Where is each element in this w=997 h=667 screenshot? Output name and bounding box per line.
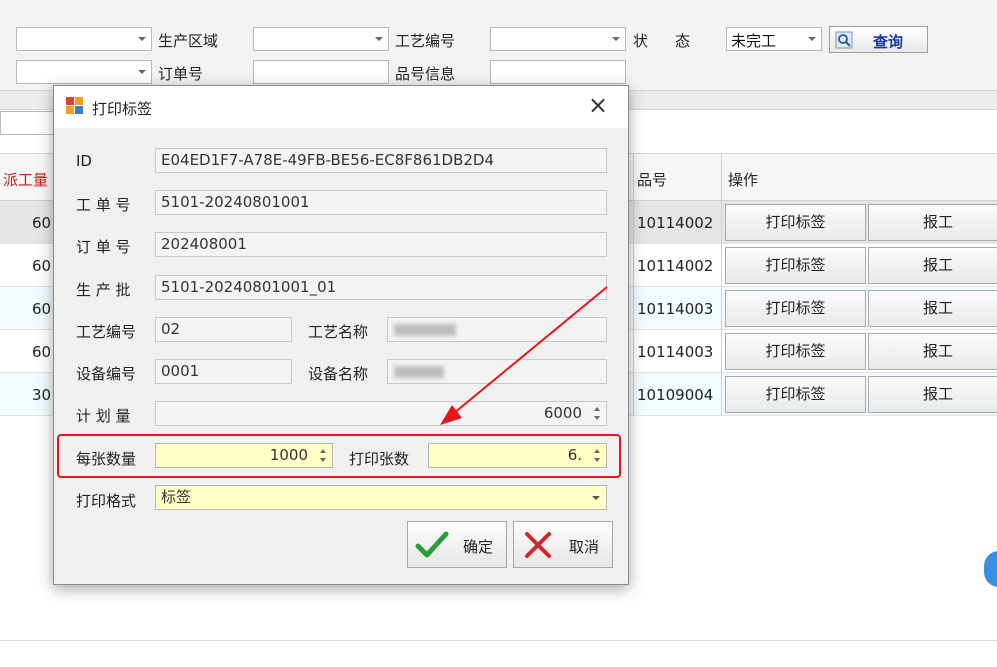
row-qty: 60 [32, 300, 52, 318]
floating-assist-icon[interactable] [984, 551, 997, 587]
process-name-field[interactable] [387, 317, 607, 342]
process-no-label: 工艺编号 [76, 323, 137, 341]
item-input[interactable] [490, 60, 626, 84]
process-name-label: 工艺名称 [308, 323, 369, 341]
spinner-arrows-icon[interactable] [320, 447, 328, 464]
sheets-input[interactable]: 6. [428, 443, 607, 468]
cancel-button-label: 取消 [569, 538, 600, 556]
row-item-no: 10114002 [637, 214, 714, 232]
blurred-text [394, 324, 456, 336]
device-no-label: 设备编号 [76, 365, 137, 383]
process-combo[interactable] [490, 27, 626, 51]
device-name-field[interactable] [387, 359, 607, 384]
plan-qty-label: 计 划 量 [76, 407, 131, 425]
format-value: 标签 [161, 488, 192, 506]
report-button[interactable]: 报工 [868, 290, 997, 327]
app-logo-icon [66, 97, 83, 114]
chevron-down-icon [808, 37, 816, 41]
area-combo[interactable] [253, 27, 389, 51]
query-button-label: 查询 [873, 33, 904, 51]
print-label-dialog: 打印标签 × ID E04ED1F7-A78E-49FB-BE56-EC8F86… [53, 85, 629, 585]
check-icon [415, 531, 449, 558]
query-button[interactable]: 查询 [829, 26, 928, 53]
header-divider [721, 153, 722, 201]
row-qty: 30 [32, 386, 52, 404]
device-name-label: 设备名称 [308, 365, 369, 383]
close-icon[interactable]: × [588, 91, 608, 119]
per-sheet-value: 1000 [269, 446, 308, 464]
batch-label: 生 产 批 [76, 281, 131, 299]
order-label: 订 单 号 [76, 238, 131, 256]
header-dispatch-qty: 派工量 [3, 171, 49, 189]
filter-combo-1[interactable] [16, 27, 152, 51]
dialog-title: 打印标签 [92, 100, 153, 118]
filter-label-status: 状 态 [633, 32, 697, 50]
header-operation: 操作 [728, 171, 759, 189]
filter-combo-2[interactable] [16, 60, 152, 84]
print-label-button[interactable]: 打印标签 [725, 376, 866, 413]
chevron-down-icon [592, 496, 600, 500]
per-sheet-input[interactable]: 1000 [155, 443, 333, 468]
cancel-button[interactable]: 取消 [513, 521, 613, 568]
sheets-label: 打印张数 [349, 450, 410, 468]
search-icon [835, 31, 853, 49]
device-no-field[interactable]: 0001 [155, 359, 292, 384]
blurred-text [394, 366, 444, 378]
order-field[interactable]: 202408001 [155, 232, 607, 257]
ok-button[interactable]: 确定 [407, 521, 507, 568]
filter-label-order: 订单号 [158, 65, 204, 83]
status-value: 未完工 [731, 32, 777, 50]
grid-vertical-divider-2 [633, 153, 634, 416]
chevron-down-icon [138, 70, 146, 74]
plan-qty-value: 6000 [543, 404, 582, 422]
row-item-no: 10114003 [637, 300, 714, 318]
per-sheet-label: 每张数量 [76, 450, 137, 468]
report-button[interactable]: 报工 [868, 376, 997, 413]
batch-field[interactable]: 5101-20240801001_01 [155, 275, 607, 300]
print-label-button[interactable]: 打印标签 [725, 204, 866, 241]
row-item-no: 10114002 [637, 257, 714, 275]
sheets-value: 6. [567, 446, 582, 464]
grid-vertical-divider [721, 201, 722, 416]
chevron-down-icon [138, 37, 146, 41]
format-select[interactable]: 标签 [155, 485, 607, 510]
order-input[interactable] [253, 60, 389, 84]
report-button[interactable]: 报工 [868, 204, 997, 241]
spinner-arrows-icon[interactable] [594, 447, 602, 464]
plan-qty-field[interactable]: 6000 [155, 401, 607, 426]
print-label-button[interactable]: 打印标签 [725, 247, 866, 284]
ok-button-label: 确定 [463, 538, 494, 556]
work-order-field[interactable]: 5101-20240801001 [155, 190, 607, 215]
row-item-no: 10114003 [637, 343, 714, 361]
row-qty: 60 [32, 214, 52, 232]
filter-label-item: 品号信息 [395, 65, 456, 83]
id-label: ID [76, 152, 92, 170]
print-label-button[interactable]: 打印标签 [725, 290, 866, 327]
filter-label-area: 生产区域 [158, 32, 219, 50]
close-x-icon [525, 532, 551, 558]
header-item-no: 品号 [637, 171, 668, 189]
grid-search-box[interactable] [0, 111, 55, 135]
chevron-down-icon [612, 37, 620, 41]
id-field[interactable]: E04ED1F7-A78E-49FB-BE56-EC8F861DB2D4 [155, 148, 607, 173]
report-button[interactable]: 报工 [868, 247, 997, 284]
process-no-field[interactable]: 02 [155, 317, 292, 342]
row-qty: 60 [32, 257, 52, 275]
report-button[interactable]: 报工 [868, 333, 997, 370]
bottom-divider [0, 640, 997, 641]
row-qty: 60 [32, 343, 52, 361]
row-item-no: 10109004 [637, 386, 714, 404]
filter-label-process: 工艺编号 [395, 32, 456, 50]
chevron-down-icon [375, 37, 383, 41]
status-combo[interactable]: 未完工 [726, 27, 822, 51]
format-label: 打印格式 [76, 492, 137, 510]
spinner-arrows-icon[interactable] [594, 405, 602, 422]
work-order-label: 工 单 号 [76, 196, 131, 214]
print-label-button[interactable]: 打印标签 [725, 333, 866, 370]
